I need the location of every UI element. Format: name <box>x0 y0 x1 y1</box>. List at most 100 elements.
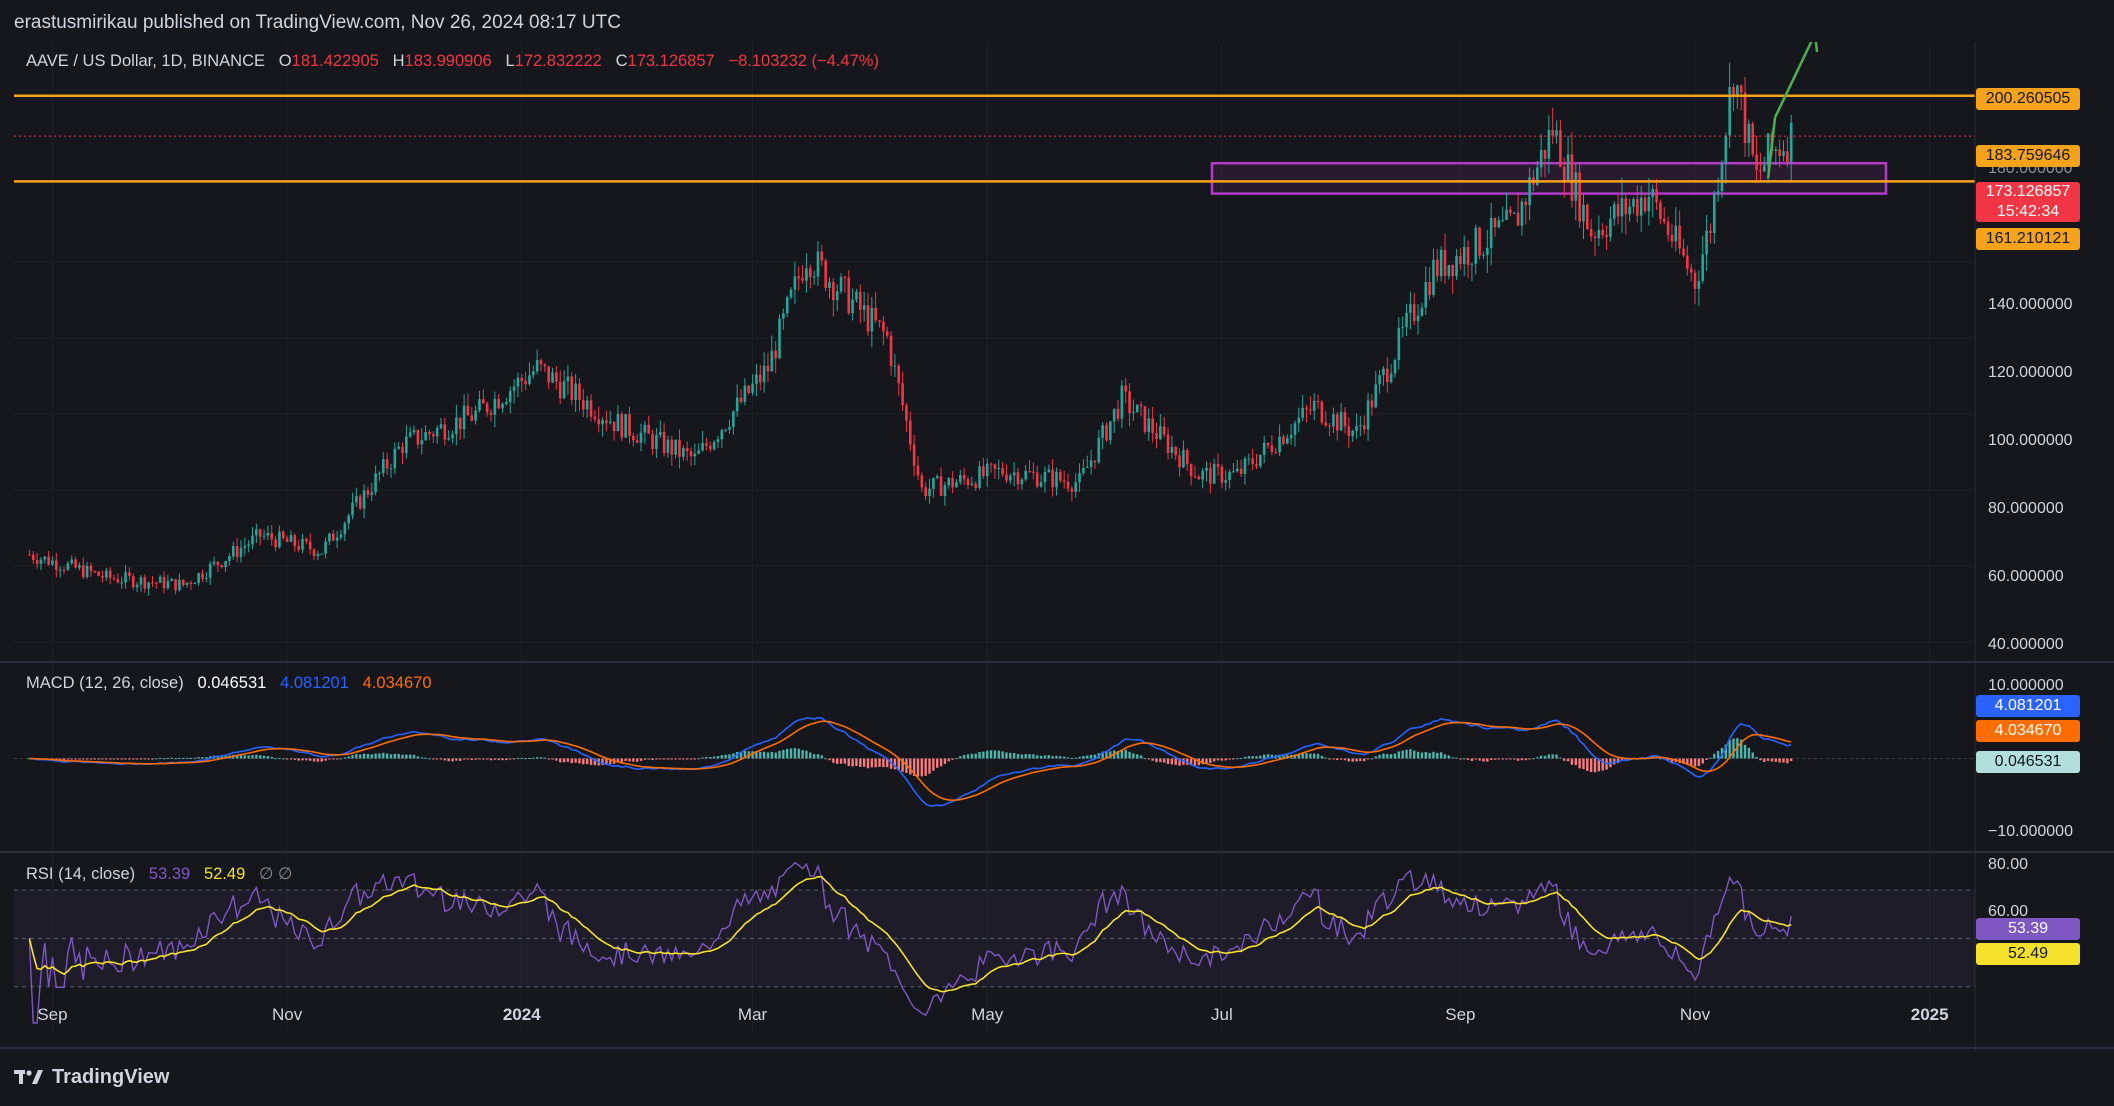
candle-body <box>1239 468 1243 475</box>
candle-body <box>143 577 147 589</box>
candle-body <box>1285 438 1289 444</box>
candle-body <box>762 365 766 383</box>
candle-body <box>989 463 993 465</box>
macd-histogram-bar <box>1028 754 1031 759</box>
candle-body <box>47 556 50 565</box>
macd-histogram-bar <box>485 758 489 760</box>
macd-histogram-bar <box>1755 757 1758 759</box>
macd-histogram-bar <box>1128 751 1131 759</box>
macd-histogram-bar <box>251 755 254 759</box>
macd-histogram-bar <box>547 758 550 760</box>
macd-histogram-bar <box>1436 752 1439 759</box>
macd-histogram-bar <box>1563 758 1566 761</box>
candle-body <box>1189 464 1193 477</box>
candle-body <box>1778 149 1781 157</box>
candle-body <box>58 569 62 571</box>
candle-body <box>970 483 974 485</box>
candle-body <box>258 529 262 537</box>
candle-body <box>405 436 408 454</box>
candle-body <box>908 420 912 445</box>
candle-body <box>1324 422 1328 426</box>
candle-body <box>982 466 985 477</box>
candle-body <box>1747 123 1751 144</box>
candle-body <box>916 465 920 476</box>
last-price-label: 173.126857 15:42:34 <box>1976 182 2080 222</box>
macd-histogram-bar <box>535 757 539 759</box>
macd-histogram-bar <box>1059 756 1062 759</box>
low-label: L <box>505 52 515 70</box>
candle-body <box>470 415 474 421</box>
candle-body <box>1124 385 1128 392</box>
candle-body <box>532 371 535 376</box>
candle-body <box>1470 263 1474 265</box>
candle-body <box>1547 129 1551 159</box>
macd-histogram-bar <box>1551 754 1554 759</box>
candle-body <box>1424 282 1428 308</box>
macd-histogram-bar <box>243 755 247 759</box>
macd-histogram-bar <box>128 758 131 760</box>
candle-body <box>1443 249 1447 276</box>
macd-histogram-bar <box>1159 758 1162 763</box>
candle-body <box>797 276 801 279</box>
candle-body <box>847 277 851 314</box>
macd-histogram-bar <box>797 748 800 759</box>
macd-histogram-bar <box>959 756 962 759</box>
candle-body <box>1678 225 1681 249</box>
candle-body <box>951 478 954 488</box>
candle-body <box>428 431 431 435</box>
chart-area[interactable]: Sep Nov 2024 Mar May Jul Sep Nov 2025 <box>0 42 2114 1052</box>
macd-histogram-bar <box>1547 754 1551 759</box>
candle-body <box>1143 406 1147 432</box>
candle-body <box>1301 407 1304 418</box>
candle-body <box>197 573 200 584</box>
macd-histogram-bar <box>285 758 289 760</box>
candle-body <box>1643 197 1647 212</box>
candle-body <box>220 565 224 568</box>
candle-body <box>1562 166 1566 181</box>
candle-body <box>93 571 97 573</box>
candle-body <box>378 472 381 474</box>
macd-histogram-bar <box>1697 758 1701 767</box>
macd-histogram-bar <box>1516 758 1520 761</box>
time-axis-label: Sep <box>1445 1005 1475 1024</box>
tradingview-logo[interactable]: TradingView <box>14 1066 169 1089</box>
candle-body <box>147 582 150 589</box>
macd-histogram-bar <box>1143 758 1147 760</box>
macd-histogram-bar <box>866 758 870 769</box>
candle-body <box>543 364 547 367</box>
macd-histogram-bar <box>1086 755 1089 759</box>
candle-body <box>1486 247 1489 255</box>
candle-body <box>1401 326 1404 328</box>
macd-histogram-bar <box>1505 758 1508 760</box>
macd-histogram-bar <box>816 754 820 759</box>
macd-histogram-bar <box>1216 758 1220 761</box>
macd-histogram-bar <box>1466 758 1470 760</box>
macd-histogram-bar <box>982 751 985 759</box>
macd-histogram-bar <box>774 752 777 759</box>
macd-histogram-bar <box>1447 755 1451 759</box>
candle-body <box>1178 455 1181 468</box>
macd-histogram-bar <box>332 758 335 760</box>
candle-body <box>1378 375 1381 385</box>
candle-body <box>493 398 497 415</box>
time-axis-label: May <box>971 1005 1004 1024</box>
candle-body <box>1682 248 1685 256</box>
macd-histogram-bar <box>1524 758 1527 761</box>
candle-body <box>1739 85 1743 93</box>
macd-histogram-bar <box>1401 750 1404 759</box>
macd-line-label: 4.081201 <box>1976 695 2080 717</box>
candle-body <box>205 577 208 579</box>
macd-histogram-bar <box>924 758 927 776</box>
candle-body <box>1070 488 1074 492</box>
macd-histogram-bar <box>555 758 558 761</box>
candle-body <box>1120 385 1124 419</box>
macd-histogram-bar <box>74 758 77 760</box>
candle-body <box>985 463 989 477</box>
candle-body <box>935 476 939 479</box>
candle-body <box>1478 227 1481 256</box>
candle-body <box>308 541 312 550</box>
candle-body <box>1201 470 1204 480</box>
candle-body <box>778 318 781 359</box>
macd-histogram-bar <box>239 755 243 759</box>
macd-histogram-bar <box>478 758 481 760</box>
